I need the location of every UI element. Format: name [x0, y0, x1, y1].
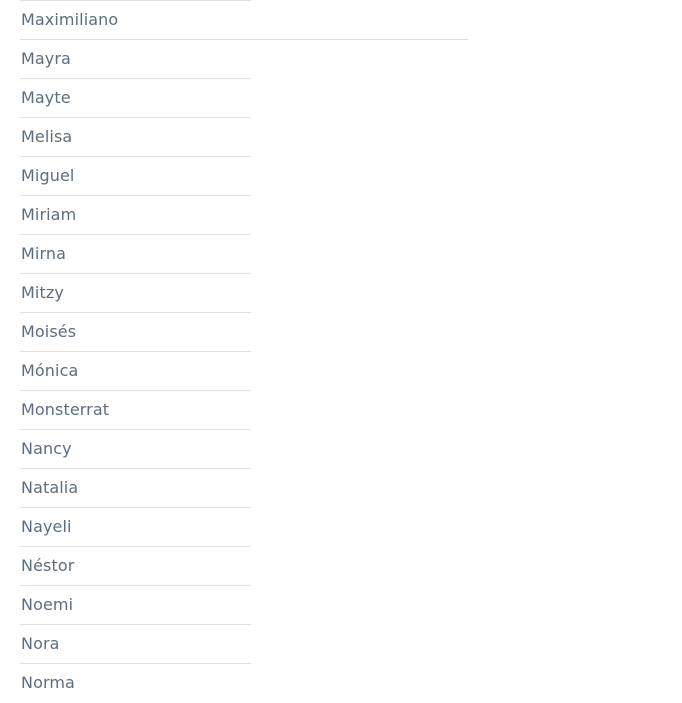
list-item[interactable]: Mayte — [0, 78, 682, 117]
name-list: Maximiliano Mayra Mayte Melisa Miguel Mi… — [0, 0, 682, 702]
list-item-label: Mirna — [21, 244, 66, 263]
list-item-label: Noemi — [21, 595, 74, 614]
list-item[interactable]: Mirna — [0, 234, 682, 273]
list-item[interactable]: Mónica — [0, 351, 682, 390]
list-item[interactable]: Miriam — [0, 195, 682, 234]
list-item-label: Néstor — [21, 556, 75, 575]
list-item-label: Miguel — [21, 166, 75, 185]
list-item[interactable]: Nancy — [0, 429, 682, 468]
list-item-label: Monsterrat — [21, 400, 110, 419]
list-item[interactable]: Natalia — [0, 468, 682, 507]
list-item-label: Nayeli — [21, 517, 72, 536]
list-item-label: Mitzy — [21, 283, 64, 302]
list-item-label: Norma — [21, 673, 75, 692]
list-item[interactable]: Melisa — [0, 117, 682, 156]
list-item-label: Nancy — [21, 439, 72, 458]
list-item-label: Maximiliano — [21, 10, 119, 29]
list-item[interactable]: Monsterrat — [0, 390, 682, 429]
list-item[interactable]: Nayeli — [0, 507, 682, 546]
list-item[interactable]: Noemi — [0, 585, 682, 624]
list-item-label: Natalia — [21, 478, 79, 497]
list-item[interactable]: Mitzy — [0, 273, 682, 312]
list-item-label: Nora — [21, 634, 60, 653]
list-item[interactable]: Néstor — [0, 546, 682, 585]
list-item-label: Mayte — [21, 88, 71, 107]
list-item[interactable]: Nora — [0, 624, 682, 663]
list-item-label: Mónica — [21, 361, 79, 380]
list-item-label: Mayra — [21, 49, 71, 68]
list-item-label: Moisés — [21, 322, 77, 341]
list-item[interactable]: Norma — [0, 663, 682, 702]
list-item-label: Melisa — [21, 127, 73, 146]
list-item[interactable]: Maximiliano — [0, 0, 682, 39]
list-item[interactable]: Miguel — [0, 156, 682, 195]
list-item-label: Miriam — [21, 205, 77, 224]
list-item[interactable]: Moisés — [0, 312, 682, 351]
list-item[interactable]: Mayra — [0, 39, 682, 78]
